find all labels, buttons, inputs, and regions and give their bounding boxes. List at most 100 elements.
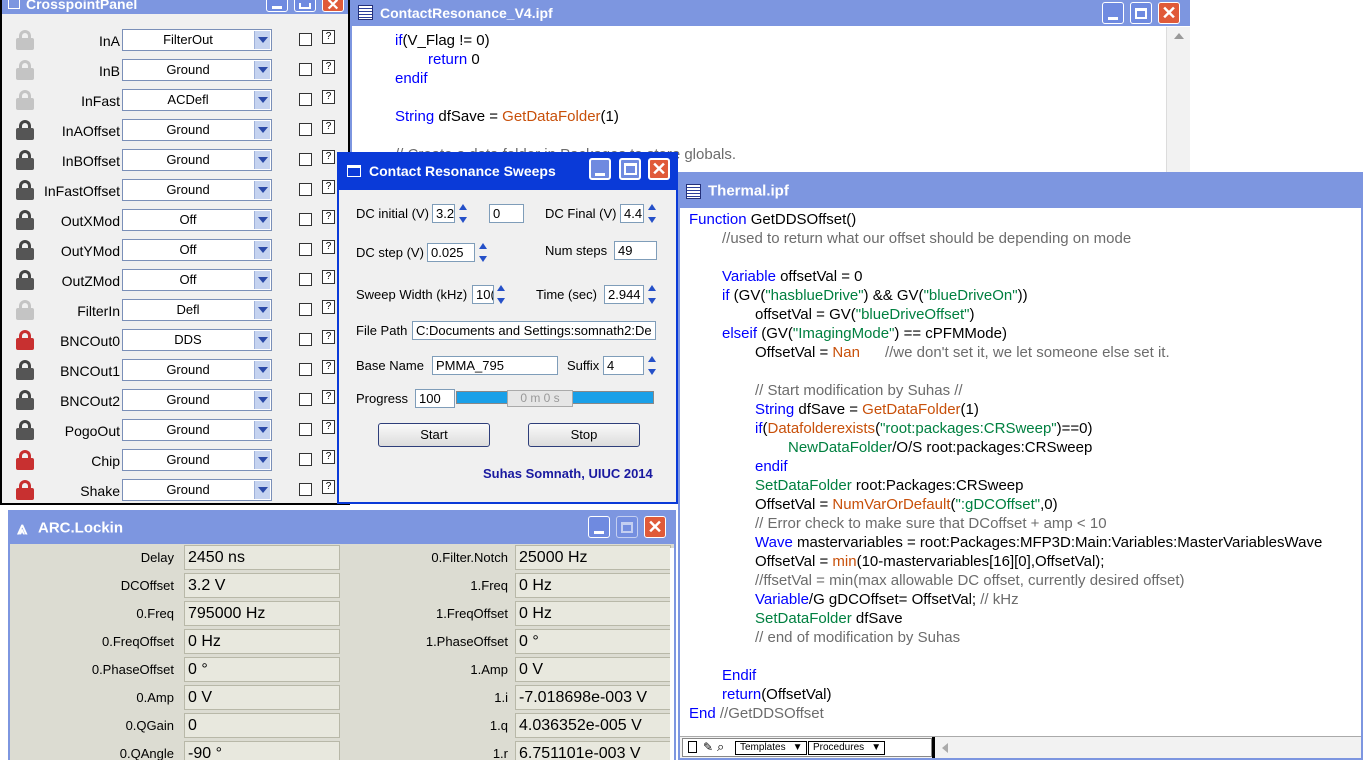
lockin-param-value[interactable]: 6.751101e-003 V bbox=[515, 741, 671, 760]
crosspoint-select[interactable]: Off bbox=[122, 209, 272, 231]
procedures-menu[interactable]: Procedures ▼ bbox=[808, 741, 886, 755]
dc-final-field[interactable]: 4.4 bbox=[620, 204, 644, 223]
lock-icon[interactable] bbox=[16, 360, 34, 380]
lock-icon[interactable] bbox=[16, 30, 34, 50]
crosspoint-select[interactable]: Ground bbox=[122, 419, 272, 441]
help-icon[interactable]: ? bbox=[322, 120, 335, 134]
lock-icon[interactable] bbox=[16, 420, 34, 440]
lock-icon[interactable] bbox=[16, 150, 34, 170]
stop-button[interactable]: Stop bbox=[528, 423, 640, 447]
crosspoint-checkbox[interactable] bbox=[299, 63, 312, 76]
lockin-param-value[interactable]: 4.036352e-005 V bbox=[515, 713, 671, 738]
crosspoint-select[interactable]: Ground bbox=[122, 149, 272, 171]
time-stepper[interactable] bbox=[646, 285, 657, 304]
help-icon[interactable]: ? bbox=[322, 270, 335, 284]
maximize-button[interactable] bbox=[1130, 2, 1152, 24]
help-icon[interactable]: ? bbox=[322, 90, 335, 104]
crosspoint-checkbox[interactable] bbox=[299, 243, 312, 256]
lockin-param-value[interactable]: 0 Hz bbox=[515, 601, 671, 626]
crosspoint-checkbox[interactable] bbox=[299, 333, 312, 346]
scroll-left-icon[interactable] bbox=[942, 743, 948, 753]
base-name-field[interactable]: PMMA_795 bbox=[432, 356, 558, 375]
crosspoint-select[interactable]: Ground bbox=[122, 59, 272, 81]
dc-final-stepper[interactable] bbox=[646, 204, 657, 223]
crosspoint-checkbox[interactable] bbox=[299, 483, 312, 496]
lock-icon[interactable] bbox=[16, 390, 34, 410]
help-icon[interactable]: ? bbox=[322, 30, 335, 44]
lockin-param-value[interactable]: 795000 Hz bbox=[184, 601, 340, 626]
sweeps-titlebar[interactable]: Contact Resonance Sweeps ✕ bbox=[339, 152, 676, 190]
close-button[interactable]: ✕ bbox=[648, 158, 670, 180]
crosspoint-titlebar[interactable]: CrosspointPanel ✕ bbox=[2, 0, 348, 14]
help-icon[interactable]: ? bbox=[322, 480, 335, 494]
code-editor[interactable]: Function GetDDSOffset()//used to return … bbox=[680, 210, 1361, 723]
lockin-param-value[interactable]: -90 ° bbox=[184, 741, 340, 760]
dc-step-field[interactable]: 0.025 bbox=[427, 243, 475, 262]
crosspoint-select[interactable]: Ground bbox=[122, 449, 272, 471]
crosspoint-checkbox[interactable] bbox=[299, 33, 312, 46]
templates-menu[interactable]: Templates ▼ bbox=[735, 741, 807, 755]
help-icon[interactable]: ? bbox=[322, 420, 335, 434]
vertical-scrollbar[interactable] bbox=[1166, 27, 1190, 175]
file-path-field[interactable]: C:Documents and Settings:somnath2:De bbox=[412, 321, 656, 340]
dc-initial-field[interactable]: 3.2 bbox=[432, 204, 455, 223]
crosspoint-select[interactable]: Ground bbox=[122, 119, 272, 141]
lockin-param-value[interactable]: 25000 Hz bbox=[515, 545, 671, 570]
lockin-param-value[interactable]: 0 bbox=[184, 713, 340, 738]
crosspoint-select[interactable]: Ground bbox=[122, 479, 272, 501]
crosspoint-checkbox[interactable] bbox=[299, 393, 312, 406]
dc-initial-stepper[interactable] bbox=[457, 204, 468, 223]
help-icon[interactable]: ? bbox=[322, 450, 335, 464]
thermal-titlebar[interactable]: Thermal.ipf bbox=[680, 174, 1361, 208]
lockin-param-value[interactable]: -7.018698e-003 V bbox=[515, 685, 671, 710]
maximize-button[interactable] bbox=[619, 158, 641, 180]
lockin-param-value[interactable]: 0 V bbox=[184, 685, 340, 710]
help-icon[interactable]: ? bbox=[322, 300, 335, 314]
crosspoint-select[interactable]: Off bbox=[122, 269, 272, 291]
close-button[interactable]: ✕ bbox=[322, 0, 344, 14]
minimize-button[interactable] bbox=[588, 516, 610, 538]
minimize-button[interactable] bbox=[266, 0, 288, 12]
suffix-stepper[interactable] bbox=[646, 356, 657, 375]
crosspoint-select[interactable]: Off bbox=[122, 239, 272, 261]
minimize-button[interactable] bbox=[1102, 2, 1124, 24]
code-editor[interactable]: if(V_Flag != 0) return 0 endif String dfSav… bbox=[352, 31, 1190, 164]
lock-icon[interactable] bbox=[16, 90, 34, 110]
lockin-param-value[interactable]: 0 V bbox=[515, 657, 671, 682]
crosspoint-select[interactable]: Ground bbox=[122, 359, 272, 381]
num-steps-field[interactable]: 49 bbox=[614, 241, 657, 260]
lockin-param-value[interactable]: 2450 ns bbox=[184, 545, 340, 570]
crosspoint-select[interactable]: Ground bbox=[122, 179, 272, 201]
help-icon[interactable]: ? bbox=[322, 330, 335, 344]
dc-step-stepper[interactable] bbox=[477, 243, 488, 262]
pencil-icon[interactable]: ✎ bbox=[703, 740, 713, 754]
lock-icon[interactable] bbox=[16, 60, 34, 80]
crosspoint-checkbox[interactable] bbox=[299, 153, 312, 166]
help-icon[interactable]: ? bbox=[322, 180, 335, 194]
crosspoint-select[interactable]: FilterOut bbox=[122, 29, 272, 51]
lockin-param-value[interactable]: 0 Hz bbox=[184, 629, 340, 654]
crosspoint-checkbox[interactable] bbox=[299, 363, 312, 376]
help-icon[interactable]: ? bbox=[322, 360, 335, 374]
lock-icon[interactable] bbox=[16, 120, 34, 140]
time-field[interactable]: 2.944 bbox=[604, 285, 644, 304]
close-button[interactable]: ✕ bbox=[644, 516, 666, 538]
crosspoint-checkbox[interactable] bbox=[299, 93, 312, 106]
crosspoint-checkbox[interactable] bbox=[299, 123, 312, 136]
crosspoint-checkbox[interactable] bbox=[299, 423, 312, 436]
crosspoint-select[interactable]: DDS bbox=[122, 329, 272, 351]
maximize-button[interactable] bbox=[616, 516, 638, 538]
sweep-width-stepper[interactable] bbox=[495, 285, 506, 304]
lock-icon[interactable] bbox=[16, 270, 34, 290]
contact-resonance-titlebar[interactable]: ContactResonance_V4.ipf ✕ bbox=[352, 0, 1190, 26]
help-icon[interactable]: ? bbox=[322, 240, 335, 254]
suffix-field[interactable]: 4 bbox=[603, 356, 644, 375]
crosspoint-select[interactable]: Ground bbox=[122, 389, 272, 411]
crosspoint-checkbox[interactable] bbox=[299, 273, 312, 286]
crosspoint-checkbox[interactable] bbox=[299, 453, 312, 466]
help-icon[interactable]: ? bbox=[322, 150, 335, 164]
start-button[interactable]: Start bbox=[378, 423, 490, 447]
lock-icon[interactable] bbox=[16, 300, 34, 320]
crosspoint-checkbox[interactable] bbox=[299, 183, 312, 196]
sweep-width-field[interactable]: 10( bbox=[472, 285, 494, 304]
